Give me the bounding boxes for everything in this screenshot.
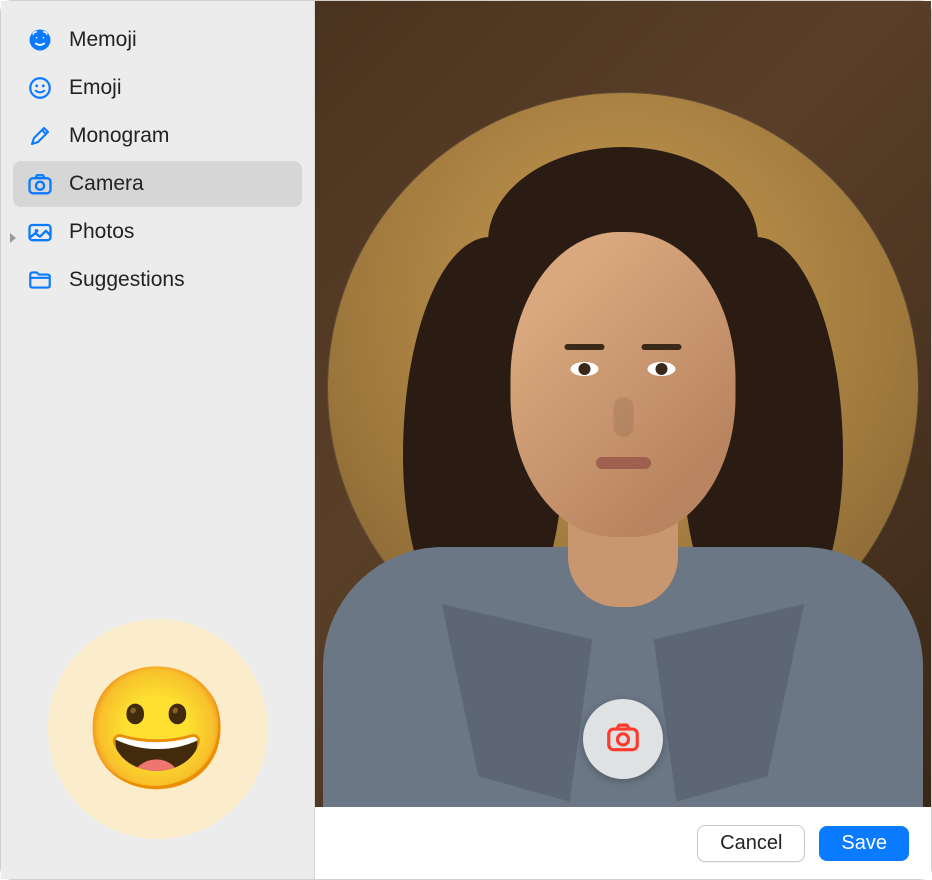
sidebar-item-emoji[interactable]: Emoji bbox=[13, 65, 302, 111]
capture-button[interactable] bbox=[583, 699, 663, 779]
sidebar-item-memoji[interactable]: Memoji bbox=[13, 17, 302, 63]
sidebar-list: Memoji Emoji bbox=[13, 17, 302, 303]
sidebar-item-camera[interactable]: Camera bbox=[13, 161, 302, 207]
save-button[interactable]: Save bbox=[819, 826, 909, 861]
sidebar-item-label: Emoji bbox=[69, 76, 122, 100]
cancel-button[interactable]: Cancel bbox=[697, 825, 805, 862]
main-area: Memoji Emoji bbox=[1, 1, 931, 879]
sidebar-item-label: Memoji bbox=[69, 28, 137, 52]
memoji-icon bbox=[25, 25, 55, 55]
pencil-icon bbox=[25, 121, 55, 151]
content-pane: Cancel Save bbox=[315, 1, 931, 879]
photos-icon bbox=[25, 217, 55, 247]
sidebar-item-label: Monogram bbox=[69, 124, 169, 148]
sidebar-item-label: Camera bbox=[69, 172, 144, 196]
sidebar-item-label: Suggestions bbox=[69, 268, 185, 292]
emoji-icon bbox=[25, 73, 55, 103]
camera-preview bbox=[315, 1, 931, 807]
avatar-emoji: 😀 bbox=[83, 669, 232, 789]
sidebar-item-photos[interactable]: Photos bbox=[13, 209, 302, 255]
camera-icon bbox=[25, 169, 55, 199]
chevron-right-icon bbox=[7, 226, 19, 238]
sidebar: Memoji Emoji bbox=[1, 1, 315, 879]
sidebar-item-monogram[interactable]: Monogram bbox=[13, 113, 302, 159]
current-avatar-preview: 😀 bbox=[48, 619, 268, 839]
folder-icon bbox=[25, 265, 55, 295]
bottom-bar: Cancel Save bbox=[315, 807, 931, 879]
sidebar-item-suggestions[interactable]: Suggestions bbox=[13, 257, 302, 303]
sidebar-item-label: Photos bbox=[69, 220, 134, 244]
camera-capture-icon bbox=[604, 718, 642, 761]
